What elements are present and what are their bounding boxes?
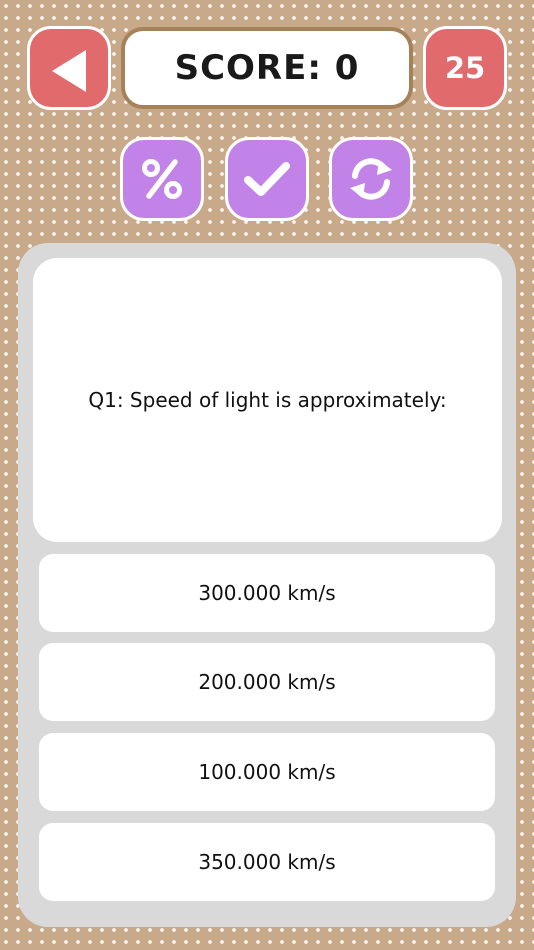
score-display: SCORE: 0 [121,27,413,109]
counter-value: 25 [444,51,486,85]
back-button[interactable] [27,26,111,110]
fifty-fifty-button[interactable] [120,137,204,221]
percent-icon [142,159,182,199]
answer-option-4[interactable]: 350.000 km/s [39,823,495,901]
answer-option-1[interactable]: 300.000 km/s [39,554,495,632]
question-card: Q1: Speed of light is approximately: [33,258,502,542]
answer-option-label: 300.000 km/s [198,581,336,605]
answer-option-label: 350.000 km/s [198,850,336,874]
refresh-icon [350,158,392,200]
answer-option-3[interactable]: 100.000 km/s [39,733,495,811]
answer-option-label: 200.000 km/s [198,670,336,694]
question-counter-badge: 25 [423,26,507,110]
arrow-left-icon [52,50,86,92]
reveal-answer-button[interactable] [225,137,309,221]
answer-option-label: 100.000 km/s [198,760,336,784]
skip-question-button[interactable] [329,137,413,221]
score-label: SCORE: 0 [174,48,360,88]
question-text: Q1: Speed of light is approximately: [88,388,447,412]
answer-option-2[interactable]: 200.000 km/s [39,643,495,721]
checkmark-icon [244,162,290,196]
